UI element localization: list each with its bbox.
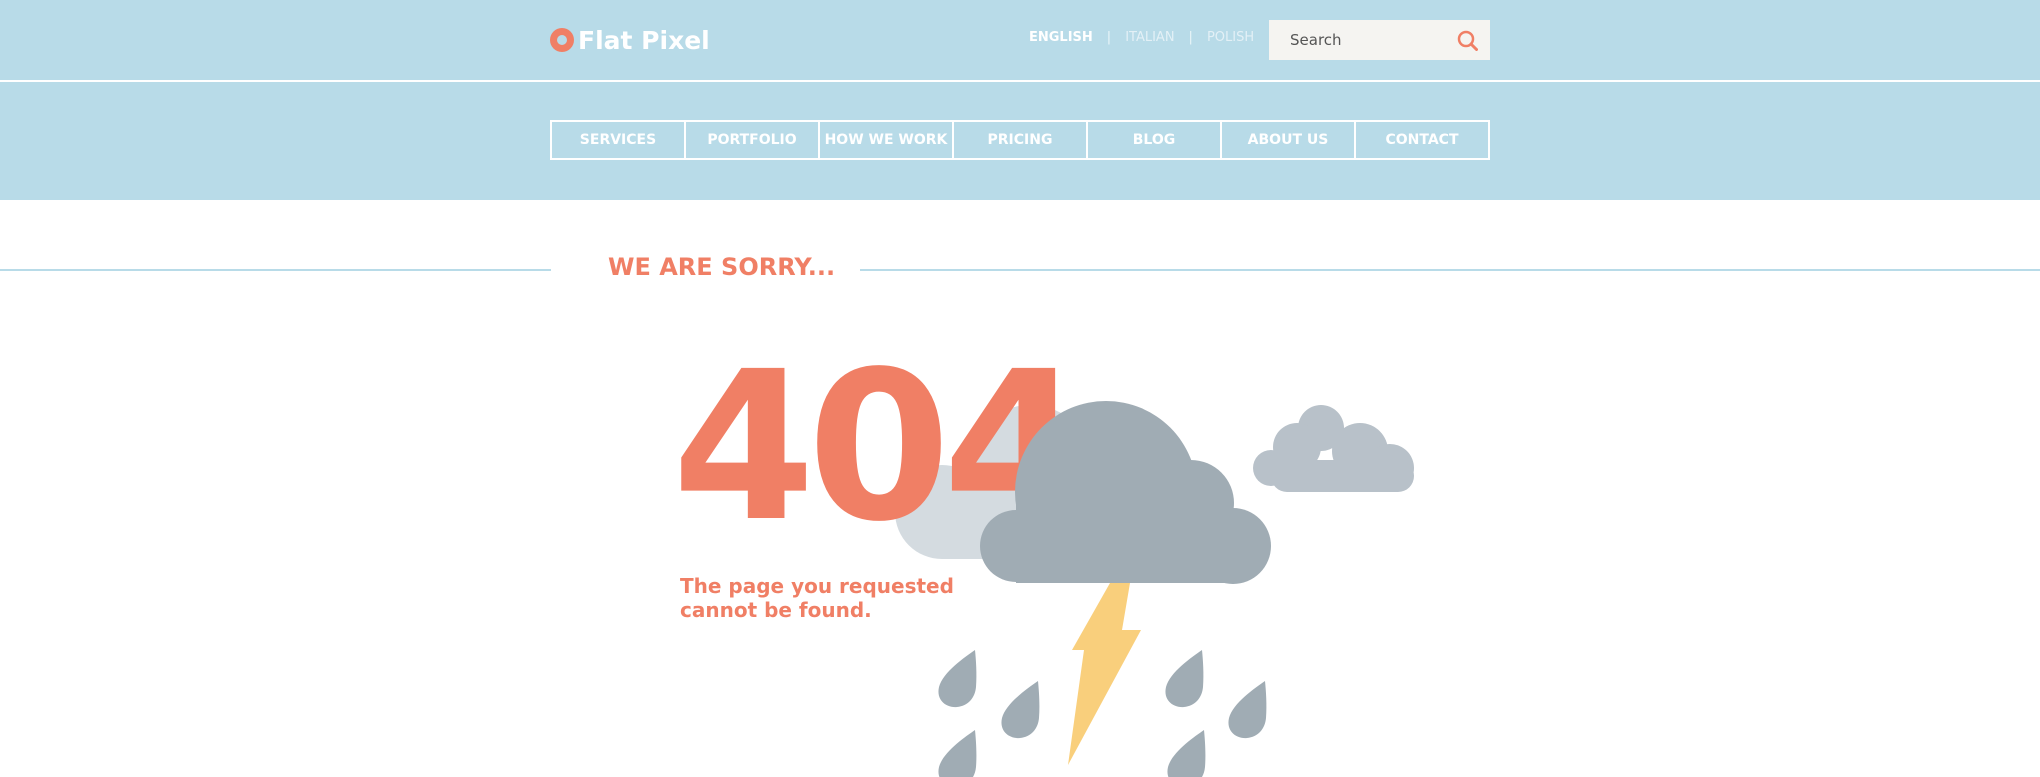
lightning-bolt <box>1068 583 1141 765</box>
storm-cloud-layer <box>938 401 1271 777</box>
error-message: The page you requested cannot be found. <box>680 574 954 622</box>
storm-cloud <box>980 401 1271 584</box>
